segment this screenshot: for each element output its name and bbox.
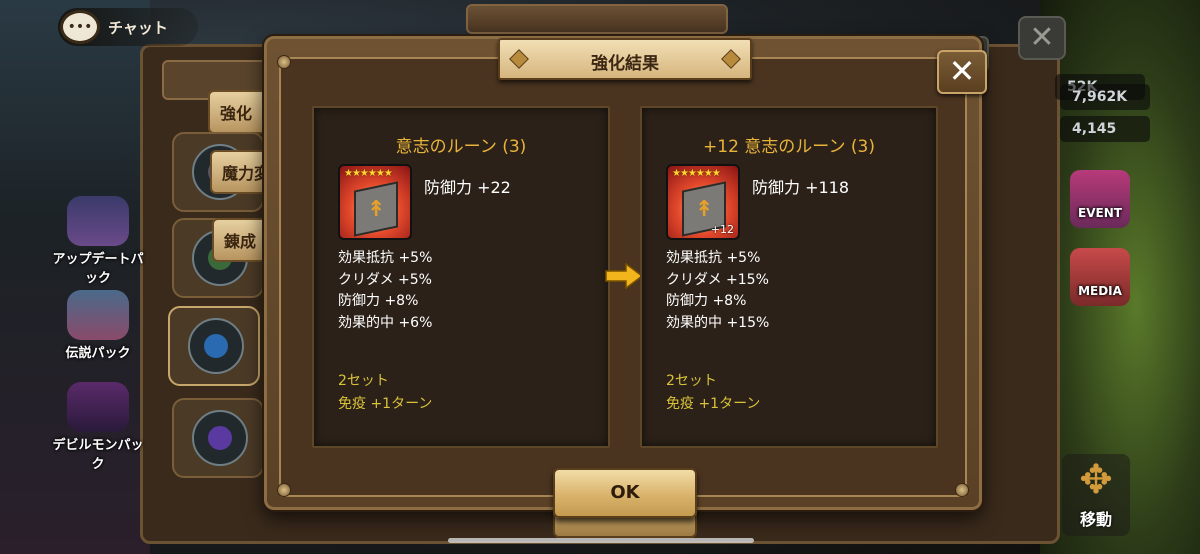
media-button[interactable]: MEDIA (1070, 248, 1130, 306)
rune-stars-icon: ★★★★★★ (672, 168, 721, 179)
chat-button[interactable]: ••• チャット (58, 8, 198, 46)
set-line: 免疫 +1ターン (338, 396, 433, 412)
rune-stars-icon: ★★★★★★ (344, 168, 393, 179)
rune-after-title: +12 意志のルーン (3) (703, 137, 875, 157)
ok-button[interactable]: OK (553, 468, 697, 518)
set-line: 免疫 +1ターン (666, 396, 761, 412)
rune-before-substats: 効果抵抗 +5% クリダメ +5% 防御力 +8% 効果的中 +6% (338, 248, 432, 334)
rune-after-main-stat: 防御力 +118 (752, 178, 850, 197)
side-item-update-pack[interactable]: アップデートパック (52, 196, 144, 286)
side-item-legend-pack[interactable]: 伝説パック (52, 290, 144, 361)
set-line: 2セット (338, 373, 389, 389)
corner-rivet (955, 483, 969, 497)
home-indicator (448, 538, 754, 543)
substat-line: 効果抵抗 +5% (338, 250, 433, 266)
substat-line: 効果的中 +6% (338, 314, 433, 331)
move-label: 移動 (1079, 510, 1112, 529)
substat-line: 防御力 +8% (338, 293, 419, 309)
event-button[interactable]: EVENT (1070, 170, 1130, 228)
rune-after-set-effect: 2セット 免疫 +1ターン (666, 370, 760, 416)
rune-before-title: 意志のルーン (3) (395, 137, 527, 157)
substat-line: 効果抵抗 +5% (666, 250, 761, 266)
set-line: 2セット (666, 373, 717, 389)
move-arrows-icon: ✥ (1079, 457, 1113, 503)
chat-label: チャット (108, 18, 168, 37)
modal-title-plate: 強化結果 (498, 38, 752, 80)
underlying-circle-4[interactable] (172, 398, 264, 478)
underlying-circle-3[interactable] (168, 306, 260, 386)
corner-rivet (277, 55, 291, 69)
rune-before-panel: 意志のルーン (3) ★★★★★★ ↟ 防御力 +22 効果抵抗 +5% クリダ… (312, 106, 610, 448)
substat-line: クリダメ +15% (666, 271, 769, 288)
chat-bubble-icon: ••• (60, 10, 100, 44)
close-button[interactable]: ✕ (937, 50, 987, 94)
substat-line: 効果的中 +15% (666, 314, 770, 331)
rune-level-badge: +12 (710, 223, 734, 236)
rune-after-panel: +12 意志のルーン (3) ★★★★★★ ↟ +12 防御力 +118 効果抵… (640, 106, 938, 448)
close-icon: ✕ (948, 52, 976, 90)
rune-before-main-stat: 防御力 +22 (424, 178, 511, 197)
background-close-icon[interactable]: ✕ (1018, 16, 1066, 60)
substat-line: クリダメ +5% (338, 271, 432, 288)
substat-line: 防御力 +8% (666, 293, 747, 309)
rune-after-substats: 効果抵抗 +5% クリダメ +15% 防御力 +8% 効果的中 +15% (666, 248, 769, 334)
underlying-window-title (466, 4, 728, 34)
rune-icon: ★★★★★★ ↟ +12 (666, 164, 740, 240)
resource-counter-3: 4,145 (1060, 116, 1150, 142)
rune-before-set-effect: 2セット 免疫 +1ターン (338, 370, 432, 416)
rune-icon: ★★★★★★ ↟ (338, 164, 412, 240)
arrow-right-icon (605, 262, 644, 290)
move-button[interactable]: ✥ 移動 (1062, 454, 1130, 536)
resource-counter-2: 7,962K (1060, 84, 1150, 110)
side-item-devilmon-pack[interactable]: デビルモンパック (52, 382, 144, 472)
modal-title: 強化結果 (591, 54, 659, 74)
corner-rivet (277, 483, 291, 497)
rune-stone-icon: ↟ (354, 181, 398, 237)
